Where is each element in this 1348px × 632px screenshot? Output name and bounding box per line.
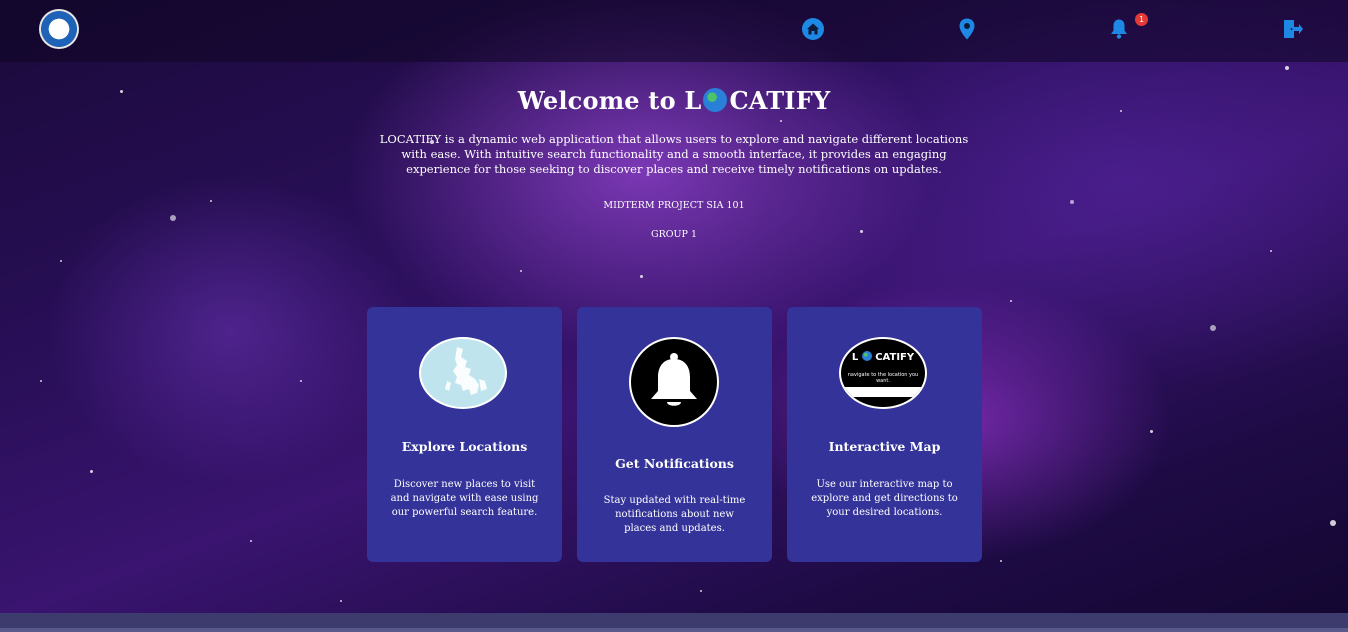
nav-notifications-button[interactable] xyxy=(1107,17,1131,41)
nav-home-button[interactable] xyxy=(801,17,825,41)
card-description: Discover new places to visit and navigat… xyxy=(390,479,539,518)
project-label: MIDTERM PROJECT SIA 101 xyxy=(603,200,745,211)
logout-icon xyxy=(1284,20,1303,38)
globe-icon xyxy=(861,351,872,361)
card-title: Explore Locations xyxy=(401,439,528,454)
card-interactive-map[interactable]: L CATIFY navigate to the location you wa… xyxy=(787,307,982,562)
card-title: Get Notifications xyxy=(615,456,734,471)
page-title: Welcome to L CATIFY xyxy=(0,86,1348,115)
philippines-map-icon xyxy=(419,337,507,409)
card-get-notifications[interactable]: Get Notifications Stay updated with real… xyxy=(577,307,772,562)
nav-location-button[interactable] xyxy=(955,17,979,41)
title-suffix: CATIFY xyxy=(729,86,831,115)
mini-logo-text: L CATIFY xyxy=(851,351,915,363)
card-title: Interactive Map xyxy=(828,439,941,454)
nav-logout-button[interactable] xyxy=(1281,17,1305,41)
mini-tagline: navigate to the location you want. xyxy=(847,372,919,384)
hero-description: LOCATIFY is a dynamic web application th… xyxy=(379,132,969,176)
card-description: Use our interactive map to explore and g… xyxy=(811,479,958,518)
top-nav-bar: 1 xyxy=(0,0,1348,62)
card-explore-locations[interactable]: Explore Locations Discover new places to… xyxy=(367,307,562,562)
location-pin-icon xyxy=(959,18,975,40)
bell-icon xyxy=(1111,19,1127,39)
home-icon xyxy=(802,18,824,40)
footer-bar xyxy=(0,613,1348,632)
title-prefix: Welcome to L xyxy=(517,86,702,115)
university-seal-icon[interactable] xyxy=(41,11,77,47)
notification-count-badge: 1 xyxy=(1135,13,1148,26)
group-label: GROUP 1 xyxy=(651,229,697,240)
card-description: Stay updated with real-time notification… xyxy=(603,495,746,534)
locatify-logo-image: L CATIFY navigate to the location you wa… xyxy=(839,337,927,409)
globe-icon xyxy=(703,88,728,112)
bell-icon xyxy=(629,337,719,427)
